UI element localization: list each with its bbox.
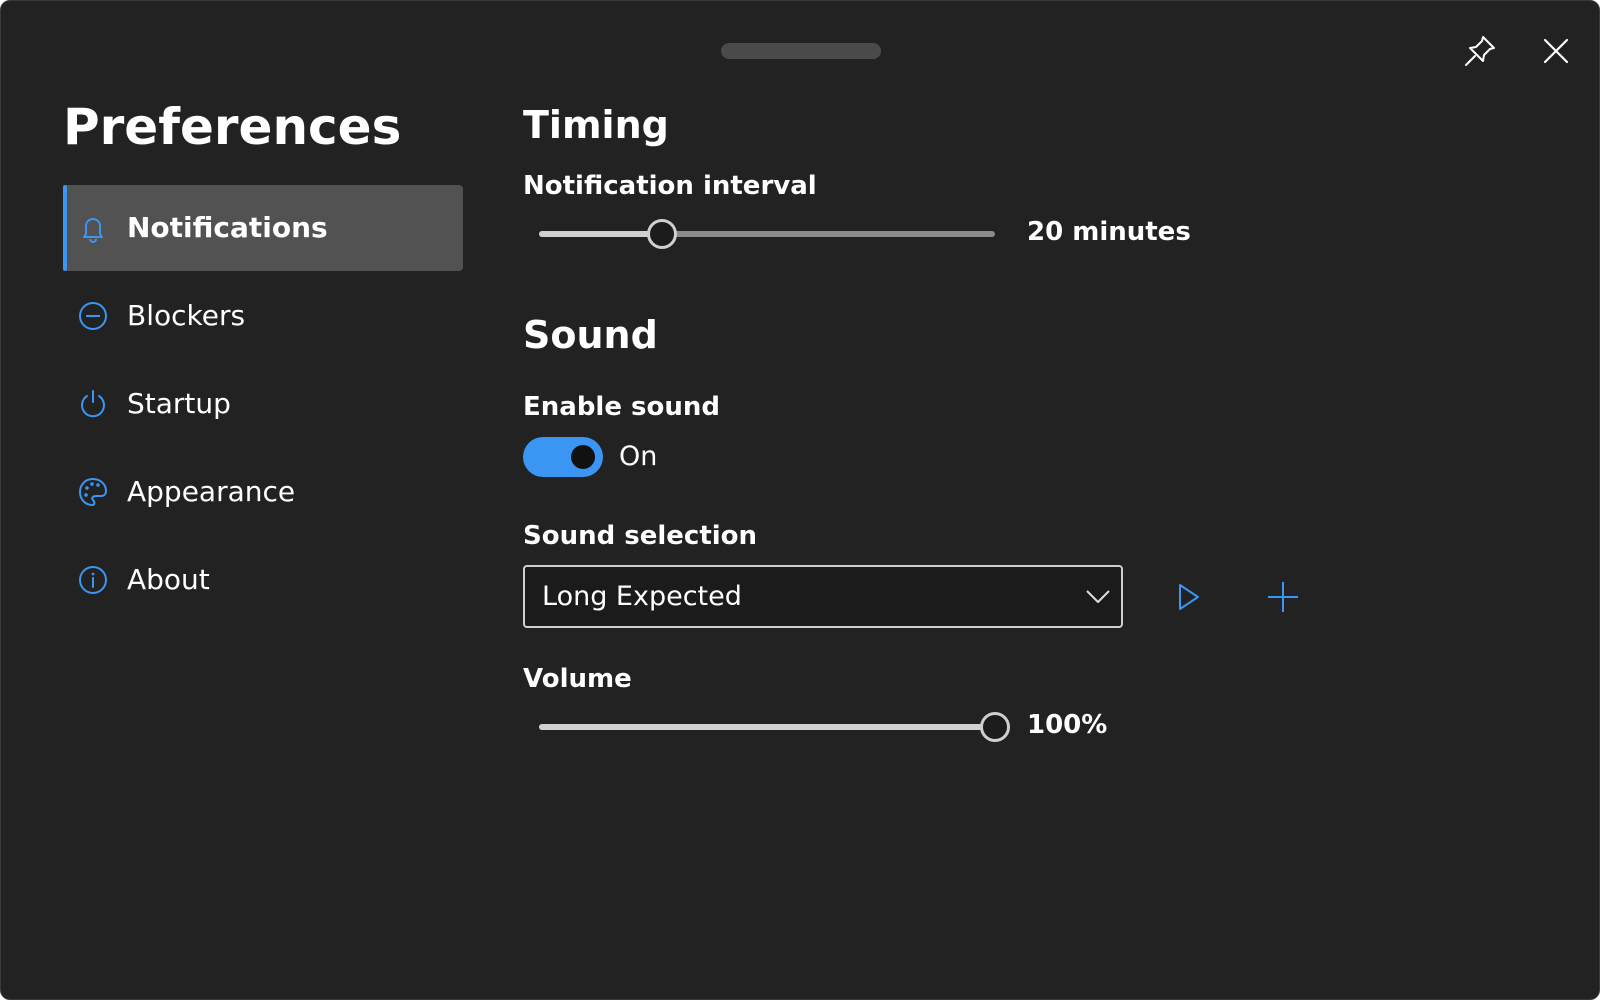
palette-icon [79,478,107,506]
sound-selection-dropdown[interactable]: Long Expected [523,565,1123,628]
pin-icon [1465,36,1495,66]
sidebar-item-blockers[interactable]: Blockers [63,273,463,359]
slider-thumb[interactable] [647,219,677,249]
enable-sound-state: On [619,441,658,472]
enable-sound-label: Enable sound [523,392,720,422]
page-title: Preferences [63,98,402,156]
sound-selection-value: Long Expected [542,581,742,612]
slider-fill [539,231,662,237]
play-sound-button[interactable] [1169,577,1209,617]
close-icon [1543,38,1569,64]
volume-slider[interactable] [539,712,1010,742]
sidebar-item-about[interactable]: About [63,537,463,623]
slider-fill [539,724,995,730]
notification-interval-slider[interactable] [539,219,995,249]
notification-interval-value: 20 minutes [1027,217,1191,247]
minus-circle-icon [79,302,107,330]
sidebar-item-label: About [127,563,210,596]
add-sound-button[interactable] [1263,577,1303,617]
sidebar-item-appearance[interactable]: Appearance [63,449,463,535]
pin-button[interactable] [1460,31,1500,71]
sidebar-item-notifications[interactable]: Notifications [63,185,463,271]
toggle-knob [571,445,595,469]
notification-interval-label: Notification interval [523,171,817,201]
drag-handle[interactable] [721,43,881,59]
play-icon [1179,584,1199,610]
volume-value: 100% [1027,710,1108,740]
sidebar-item-startup[interactable]: Startup [63,361,463,447]
sound-section-title: Sound [523,313,658,357]
sidebar-item-label: Startup [127,387,231,420]
info-icon [79,566,107,594]
chevron-down-icon [1086,590,1110,603]
sidebar-item-label: Notifications [127,211,328,244]
preferences-window: Preferences Notifications Blockers Start… [0,0,1600,1000]
timing-section-title: Timing [523,103,669,147]
sidebar-item-label: Blockers [127,299,246,332]
sidebar-item-label: Appearance [127,475,296,508]
slider-thumb[interactable] [980,712,1010,742]
enable-sound-toggle[interactable] [523,437,603,477]
sidebar-nav: Notifications Blockers Startup Appearanc… [63,185,463,625]
close-button[interactable] [1536,31,1576,71]
sound-selection-label: Sound selection [523,521,758,551]
volume-label: Volume [523,664,632,694]
power-icon [81,390,105,418]
plus-icon [1268,582,1298,612]
bell-icon [83,218,103,243]
